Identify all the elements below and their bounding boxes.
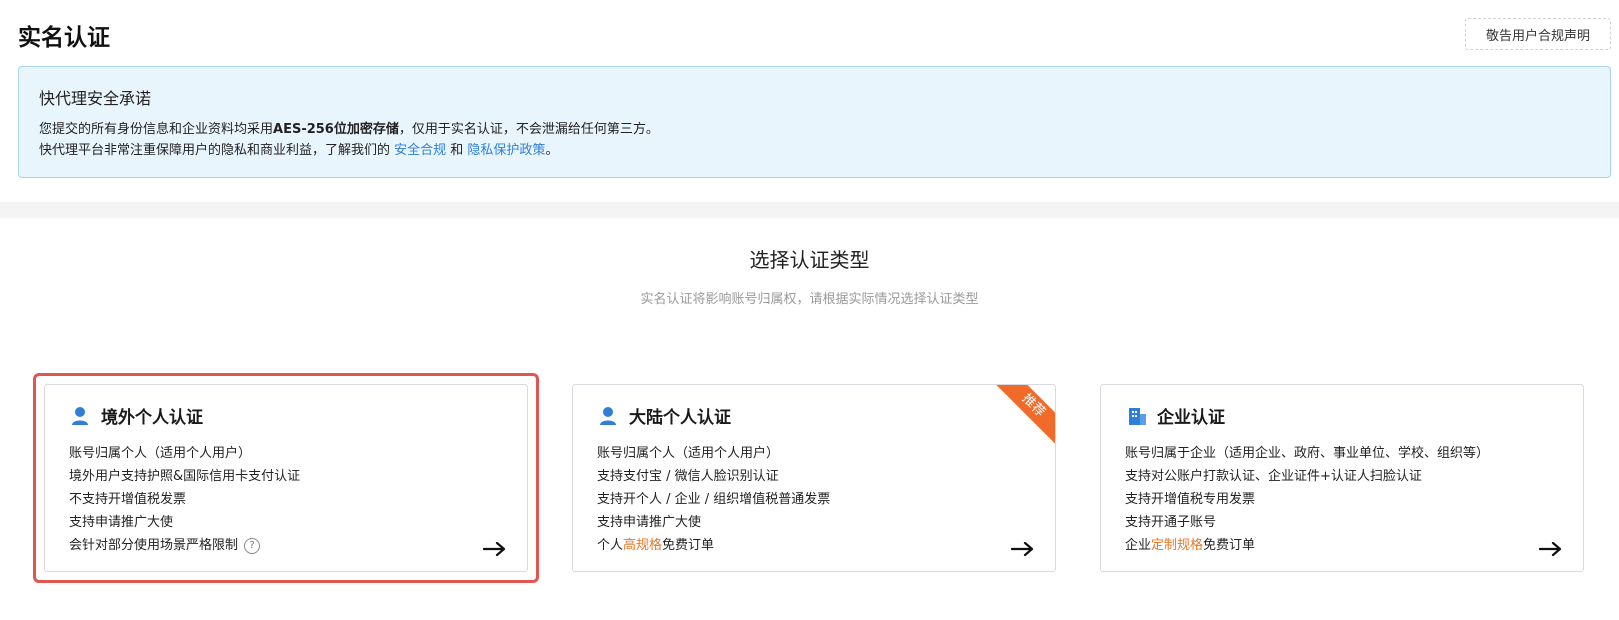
card-title: 大陆个人认证 — [629, 408, 731, 428]
list-item: 会针对部分使用场景严格限制? — [69, 534, 300, 557]
arrow-right-icon[interactable] — [1539, 541, 1563, 557]
user-icon — [599, 405, 619, 427]
card-header: 境外个人认证 — [71, 403, 203, 428]
list-item: 支持对公账户打款认证、企业证件+认证人扫脸认证 — [1125, 469, 1422, 484]
list-item: 支持开个人 / 企业 / 组织增值税普通发票 — [597, 492, 831, 507]
list-item: 支持开增值税专用发票 — [1125, 492, 1256, 507]
section-title: 选择认证类型 — [749, 248, 870, 272]
alert-text: ，仅用于实名认证，不会泄漏给任何第三方。 — [398, 122, 659, 137]
recommend-badge: 推荐 — [995, 385, 1055, 445]
help-icon[interactable]: ? — [244, 537, 261, 554]
card-features: 账号归属于企业（适用企业、政府、事业单位、学校、组织等） 支持对公账户打款认证、… — [1125, 442, 1489, 557]
alert-line-privacy: 快代理平台非常注重保障用户的隐私和商业利益，了解我们的 安全合规 和 隐私保护政… — [39, 140, 1590, 161]
arrow-right-icon[interactable] — [483, 541, 507, 557]
highlight-text: 定制规格 — [1151, 538, 1204, 553]
list-item: 账号归属于企业（适用企业、政府、事业单位、学校、组织等） — [1125, 446, 1490, 461]
card-features: 账号归属个人（适用个人用户） 支持支付宝 / 微信人脸识别认证 支持开个人 / … — [597, 442, 830, 557]
compliance-notice-button[interactable]: 敬告用户合规声明 — [1465, 18, 1611, 50]
list-item: 企业 定制规格 免费订单 — [1125, 534, 1489, 557]
list-item-text: 企业 — [1125, 538, 1152, 553]
list-item: 个人 高规格 免费订单 — [597, 534, 830, 557]
alert-text: 您提交的所有身份信息和企业资料均采用 — [39, 122, 274, 137]
highlight-text: 高规格 — [623, 538, 663, 553]
card-overseas-personal[interactable]: 境外个人认证 账号归属个人（适用个人用户） 境外用户支持护照&国际信用卡支付认证… — [44, 384, 528, 572]
arrow-right-icon[interactable] — [1011, 541, 1035, 557]
list-item: 支持申请推广大使 — [597, 515, 702, 530]
list-item: 不支持开增值税发票 — [69, 492, 187, 507]
list-item: 账号归属个人（适用个人用户） — [597, 446, 780, 461]
security-compliance-link[interactable]: 安全合规 — [394, 143, 446, 158]
alert-text: 。 — [545, 143, 559, 158]
card-title: 境外个人认证 — [101, 408, 203, 428]
list-item: 境外用户支持护照&国际信用卡支付认证 — [69, 469, 301, 484]
building-icon — [1127, 405, 1147, 427]
alert-bold-text: AES-256位加密存储 — [273, 122, 399, 137]
security-promise-alert: 快代理安全承诺 您提交的所有身份信息和企业资料均采用AES-256位加密存储，仅… — [18, 66, 1611, 178]
alert-title: 快代理安全承诺 — [39, 89, 152, 108]
alert-line-encryption: 您提交的所有身份信息和企业资料均采用AES-256位加密存储，仅用于实名认证，不… — [39, 119, 1590, 140]
card-title: 企业认证 — [1157, 408, 1225, 428]
card-enterprise[interactable]: 企业认证 账号归属于企业（适用企业、政府、事业单位、学校、组织等） 支持对公账户… — [1100, 384, 1584, 572]
list-item: 支持支付宝 / 微信人脸识别认证 — [597, 469, 779, 484]
privacy-policy-link[interactable]: 隐私保护政策 — [467, 143, 545, 158]
card-header: 大陆个人认证 — [599, 403, 731, 428]
recommend-badge-label: 推荐 — [995, 385, 1055, 445]
section-subtitle: 实名认证将影响账号归属权，请根据实际情况选择认证类型 — [640, 292, 979, 307]
alert-text: 快代理平台非常注重保障用户的隐私和商业利益，了解我们的 — [39, 143, 395, 158]
page-title: 实名认证 — [18, 25, 110, 51]
list-item-text: 免费订单 — [1203, 538, 1256, 553]
list-item: 支持开通子账号 — [1125, 515, 1217, 530]
list-item-text: 免费订单 — [662, 538, 715, 553]
section-divider — [0, 202, 1619, 218]
list-item-text: 会针对部分使用场景严格限制 — [69, 538, 239, 553]
user-icon — [71, 405, 91, 427]
list-item-text: 个人 — [597, 538, 624, 553]
list-item: 支持申请推广大使 — [69, 515, 174, 530]
card-features: 账号归属个人（适用个人用户） 境外用户支持护照&国际信用卡支付认证 不支持开增值… — [69, 442, 300, 557]
card-header: 企业认证 — [1127, 403, 1225, 428]
card-mainland-personal[interactable]: 推荐 大陆个人认证 账号归属个人（适用个人用户） 支持支付宝 / 微信人脸识别认… — [572, 384, 1056, 572]
list-item: 账号归属个人（适用个人用户） — [69, 446, 252, 461]
alert-text: 和 — [446, 143, 468, 158]
